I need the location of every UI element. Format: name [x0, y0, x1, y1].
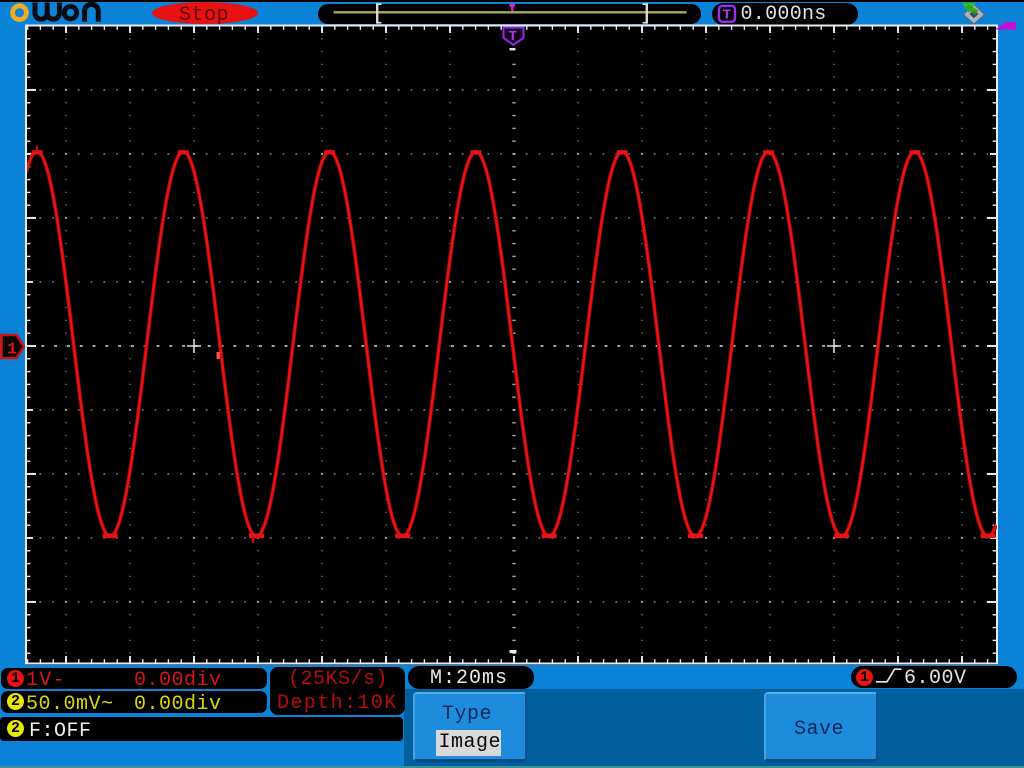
svg-text:1: 1: [7, 341, 17, 360]
svg-text:T: T: [723, 7, 731, 23]
svg-text:T: T: [509, 29, 517, 45]
